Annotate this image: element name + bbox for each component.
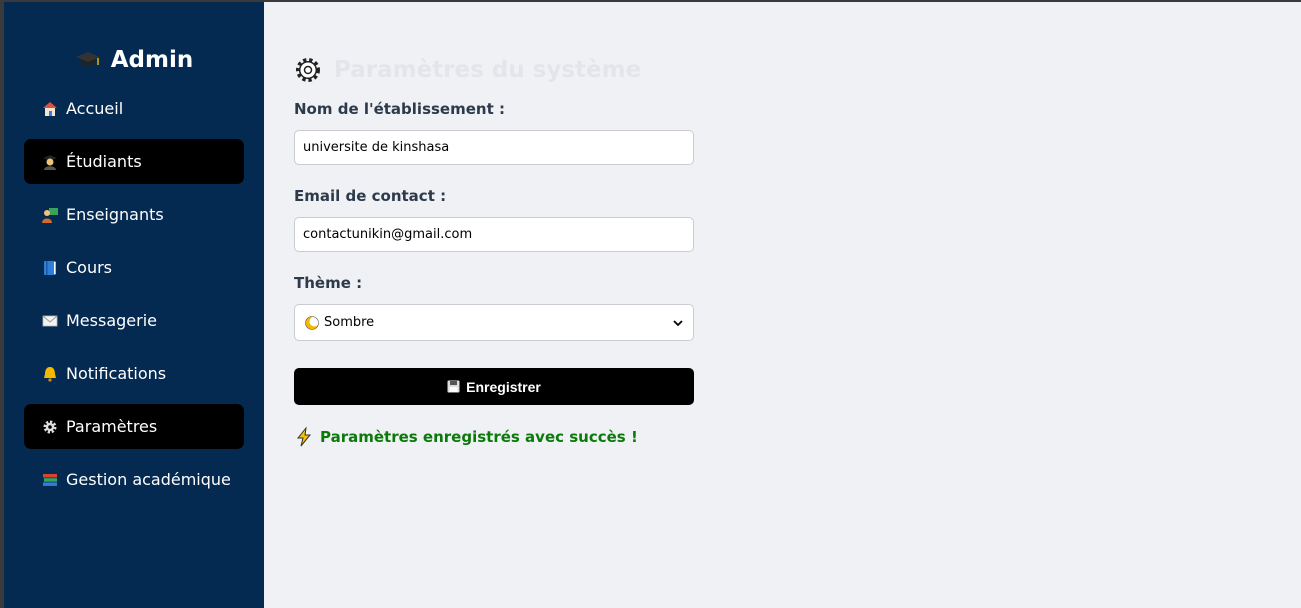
envelope-icon <box>42 315 58 326</box>
email-label: Email de contact : <box>294 187 447 205</box>
theme-label: Thème : <box>294 274 363 292</box>
sidebar-item-label: Étudiants <box>66 152 142 171</box>
sidebar: Admin Accueil Étudiants Enseignants Cour… <box>4 2 264 608</box>
sidebar-item-cours[interactable]: Cours <box>24 245 244 290</box>
gear-icon <box>296 58 320 82</box>
student-icon <box>43 154 57 170</box>
theme-value: Sombre <box>324 315 375 330</box>
sidebar-item-accueil[interactable]: Accueil <box>24 86 244 131</box>
graduation-cap-icon <box>75 52 100 66</box>
bell-icon <box>44 366 56 382</box>
sidebar-item-label: Gestion académique <box>66 470 231 489</box>
sidebar-item-notifications[interactable]: Notifications <box>24 351 244 396</box>
lightning-icon <box>296 427 312 447</box>
app-window: Admin Accueil Étudiants Enseignants Cour… <box>4 2 1301 608</box>
success-message: Paramètres enregistrés avec succès ! <box>294 427 1271 447</box>
sidebar-item-messagerie[interactable]: Messagerie <box>24 298 244 343</box>
sidebar-item-label: Notifications <box>66 364 167 383</box>
sidebar-item-etudiants[interactable]: Étudiants <box>24 139 244 184</box>
sidebar-item-label: Cours <box>66 258 113 277</box>
sidebar-item-gestion-academique[interactable]: Gestion académique <box>24 457 244 502</box>
save-button[interactable]: Enregistrer <box>294 368 694 405</box>
chevron-down-icon <box>673 319 683 326</box>
sidebar-item-label: Accueil <box>66 99 124 118</box>
brand-title: Admin <box>110 47 194 73</box>
sidebar-item-label: Paramètres <box>66 417 158 436</box>
house-icon <box>43 101 57 116</box>
sidebar-nav: Accueil Étudiants Enseignants Cours Mess… <box>4 86 264 502</box>
theme-selected-option: Sombre <box>305 315 374 330</box>
contact-email-input[interactable] <box>294 217 694 252</box>
sidebar-item-label: Messagerie <box>66 311 157 330</box>
sidebar-item-enseignants[interactable]: Enseignants <box>24 192 244 237</box>
books-icon <box>43 473 57 486</box>
page-title-text: Paramètres du système <box>334 57 642 83</box>
floppy-disk-icon <box>447 380 460 393</box>
teacher-icon <box>42 207 58 223</box>
success-message-text: Paramètres enregistrés avec succès ! <box>320 428 638 446</box>
sidebar-item-parametres[interactable]: Paramètres <box>24 404 244 449</box>
establishment-name-input[interactable] <box>294 130 694 165</box>
save-button-label: Enregistrer <box>466 378 541 395</box>
page-title: Paramètres du système <box>294 54 1271 86</box>
brand: Admin <box>4 44 264 76</box>
name-label: Nom de l'établissement : <box>294 100 505 118</box>
theme-select[interactable]: Sombre <box>294 304 694 341</box>
sidebar-item-label: Enseignants <box>66 205 164 224</box>
gear-icon <box>43 420 57 433</box>
main-content: Paramètres du système Nom de l'établisse… <box>264 2 1301 608</box>
book-icon <box>44 260 56 275</box>
moon-icon <box>305 315 319 330</box>
